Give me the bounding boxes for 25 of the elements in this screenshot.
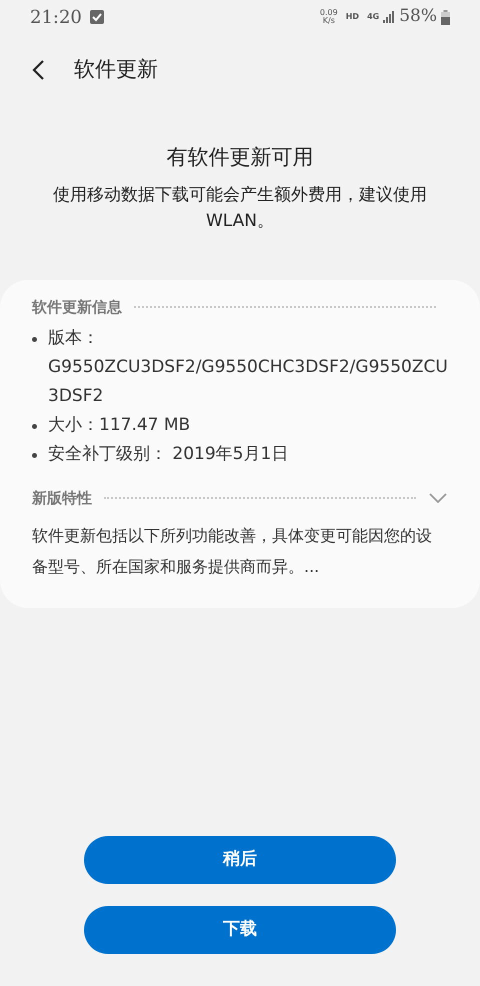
chevron-icon: [429, 493, 447, 504]
features-description: 软件更新包括以下所列功能改善，具体变更可能因您的设备型号、所在国家和服务提供商而异。...: [32, 524, 433, 578]
section-heading: 新版特性: [32, 488, 92, 509]
action-button[interactable]: 稍后: [84, 836, 396, 884]
bullet-icon: [32, 337, 37, 342]
notice-title: 有软件更新可用: [166, 144, 314, 171]
back-icon: [31, 59, 45, 81]
action-button[interactable]: 下载: [84, 906, 396, 954]
bullet-icon: [32, 453, 37, 458]
net-speed-unit: K/s: [322, 17, 335, 25]
page-title: 软件更新: [74, 56, 158, 84]
bullet-icon: [32, 424, 37, 429]
signal-icon: [383, 11, 396, 23]
network-type: 4G: [367, 11, 380, 23]
status-time: 21:20: [30, 6, 82, 30]
info-item: 大小：117.47 MB: [48, 414, 190, 437]
net-speed: 0.09: [320, 9, 338, 17]
hd-indicator: HD: [346, 11, 360, 23]
section-heading: 软件更新信息: [32, 296, 122, 318]
info-item: 安全补丁级别： 2019年5月1日: [48, 443, 288, 466]
battery-icon: [441, 10, 450, 24]
battery-percent: 58%: [399, 5, 437, 28]
info-item: 版本：G9550ZCU3DSF2/G9550CHC3DSF2/G9550ZCU3DSF2: [48, 327, 448, 408]
notice-message: 使用移动数据下载可能会产生额外费用，建议使用 WLAN。: [52, 184, 428, 232]
checkbox-notification-icon: [90, 10, 104, 24]
